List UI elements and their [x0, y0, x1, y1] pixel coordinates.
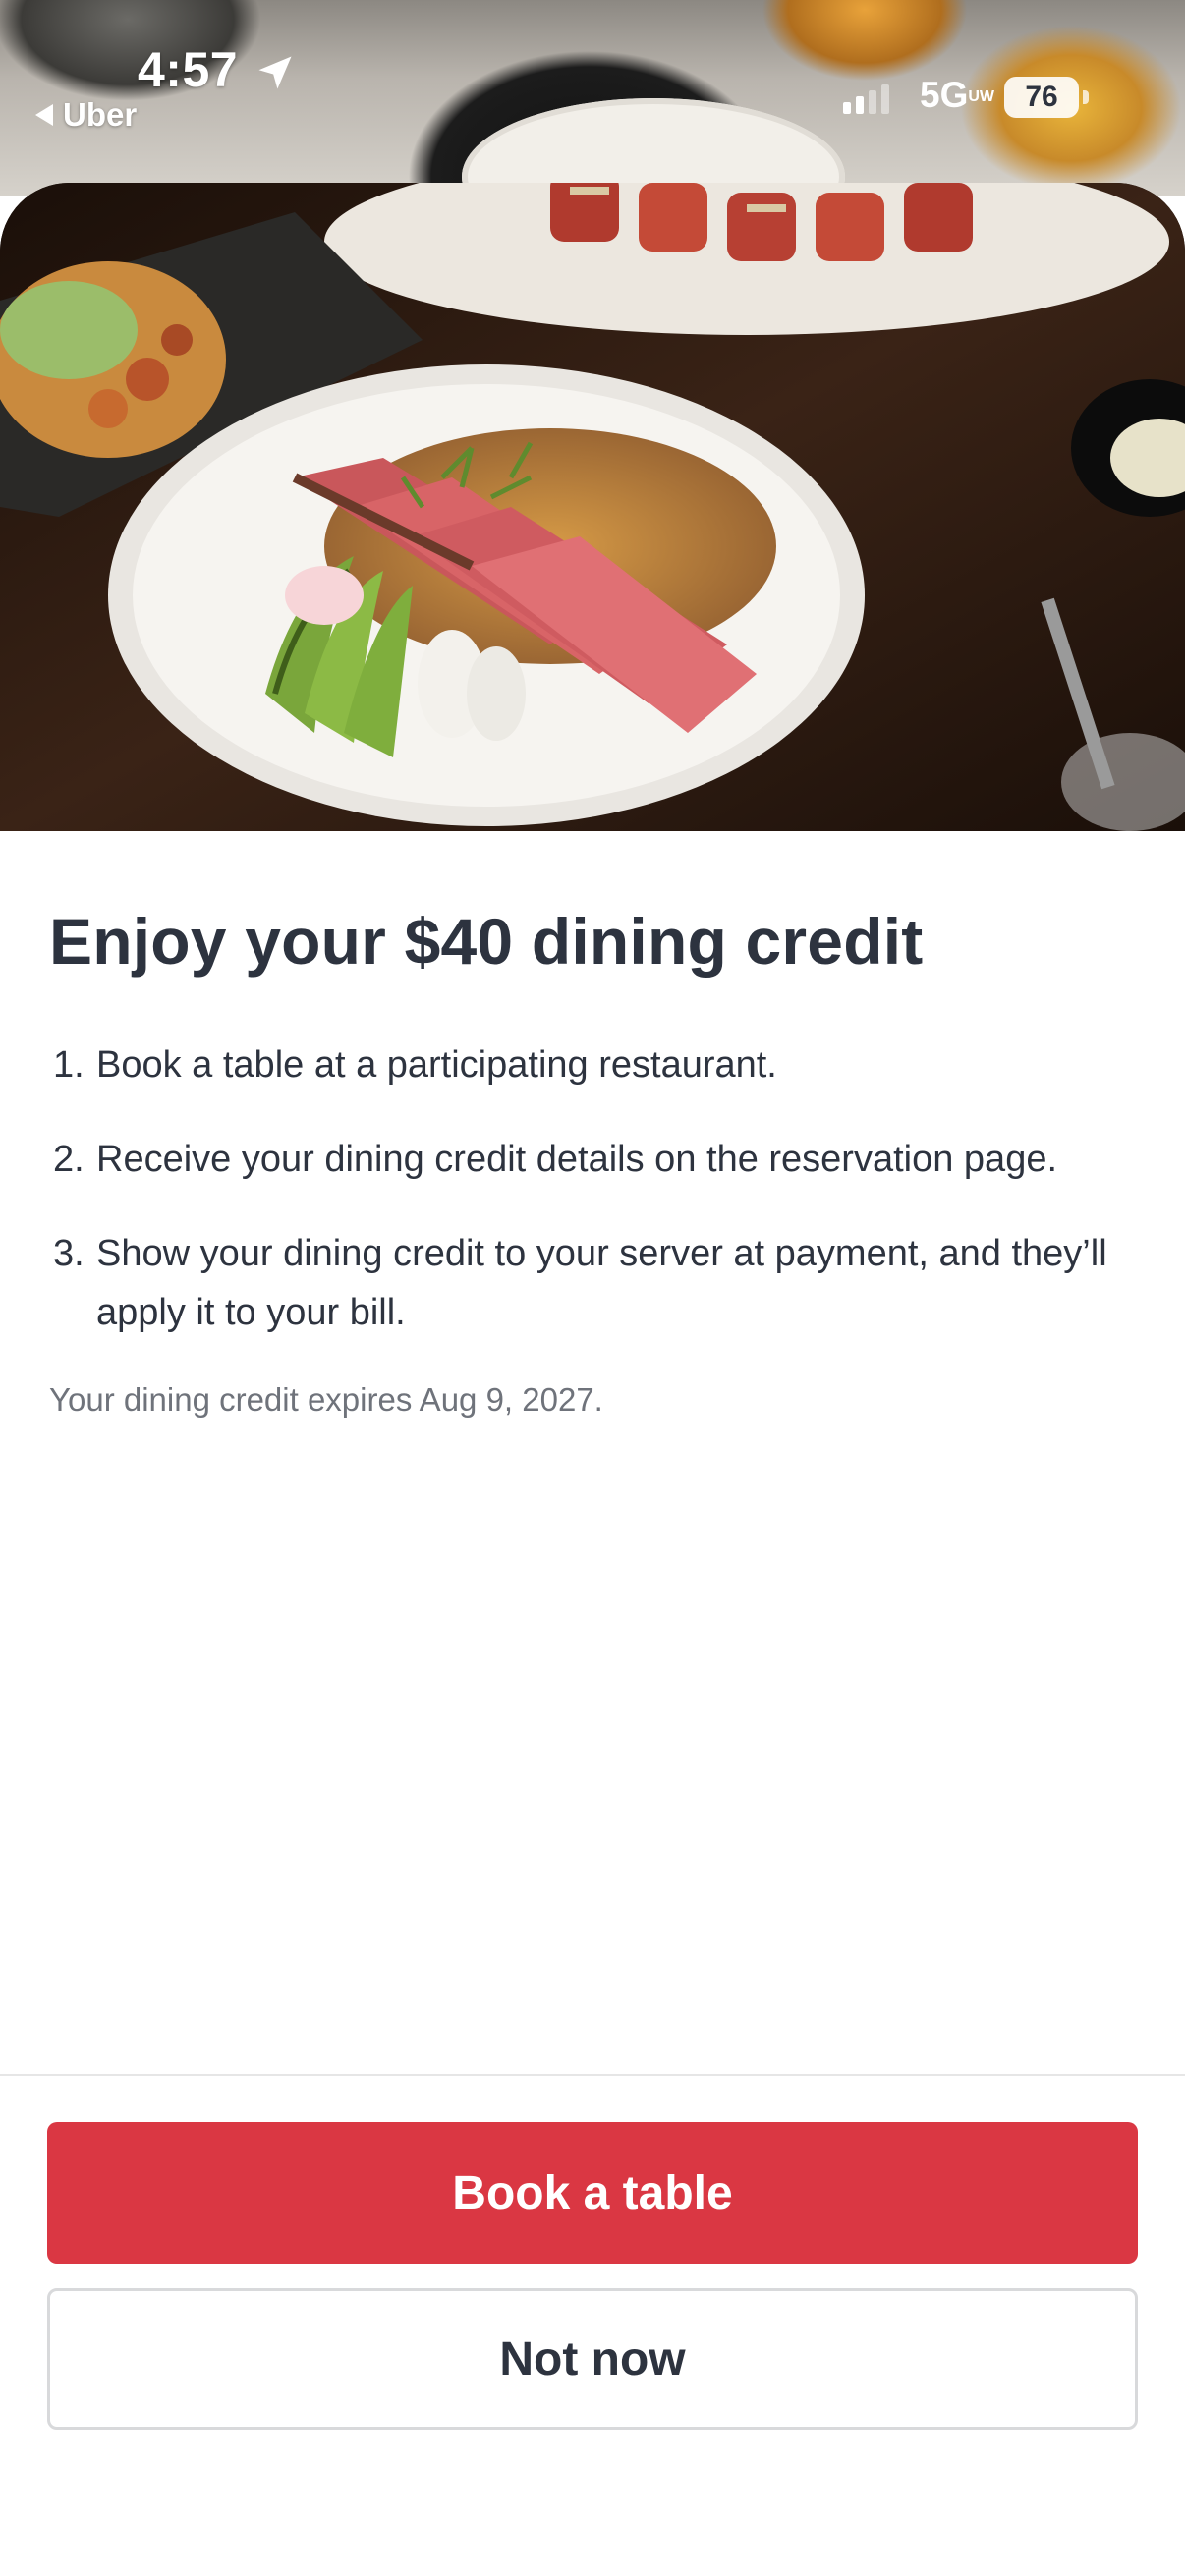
location-arrow-icon — [258, 56, 292, 89]
network-indicator: 5GUW — [920, 75, 995, 115]
back-app-label: Uber — [63, 96, 138, 133]
footer-divider — [0, 2074, 1185, 2076]
step-text: Show your dining credit to your server a… — [96, 1233, 1107, 1333]
expiry-note: Your dining credit expires Aug 9, 2027. — [49, 1381, 603, 1418]
cellular-signal-icon — [843, 84, 889, 114]
battery-icon: 76 — [1004, 77, 1089, 118]
credit-info-section: Enjoy your $40 dining credit 1. Book a t… — [49, 831, 1140, 1419]
list-item: 3. Show your dining credit to your serve… — [49, 1224, 1140, 1342]
status-time: 4:57 — [138, 42, 239, 97]
back-triangle-icon — [35, 104, 53, 126]
step-number: 1. — [53, 1044, 85, 1086]
page-title: Enjoy your $40 dining credit — [49, 905, 924, 978]
food-photo-illustration — [0, 183, 1185, 831]
step-text: Book a table at a participating restaura… — [96, 1044, 777, 1086]
back-to-app-button[interactable]: Uber — [35, 96, 137, 134]
hero-food-image — [0, 183, 1185, 831]
status-bar: 4:57 Uber 5GUW 76 — [0, 0, 1185, 147]
list-item: 2. Receive your dining credit details on… — [49, 1130, 1140, 1189]
not-now-button[interactable]: Not now — [47, 2288, 1138, 2430]
book-table-button[interactable]: Book a table — [47, 2122, 1138, 2264]
step-number: 3. — [53, 1233, 85, 1274]
step-text: Receive your dining credit details on th… — [96, 1139, 1058, 1180]
step-number: 2. — [53, 1139, 85, 1180]
list-item: 1. Book a table at a participating resta… — [49, 1036, 1140, 1094]
steps-list: 1. Book a table at a participating resta… — [49, 1036, 1140, 1342]
